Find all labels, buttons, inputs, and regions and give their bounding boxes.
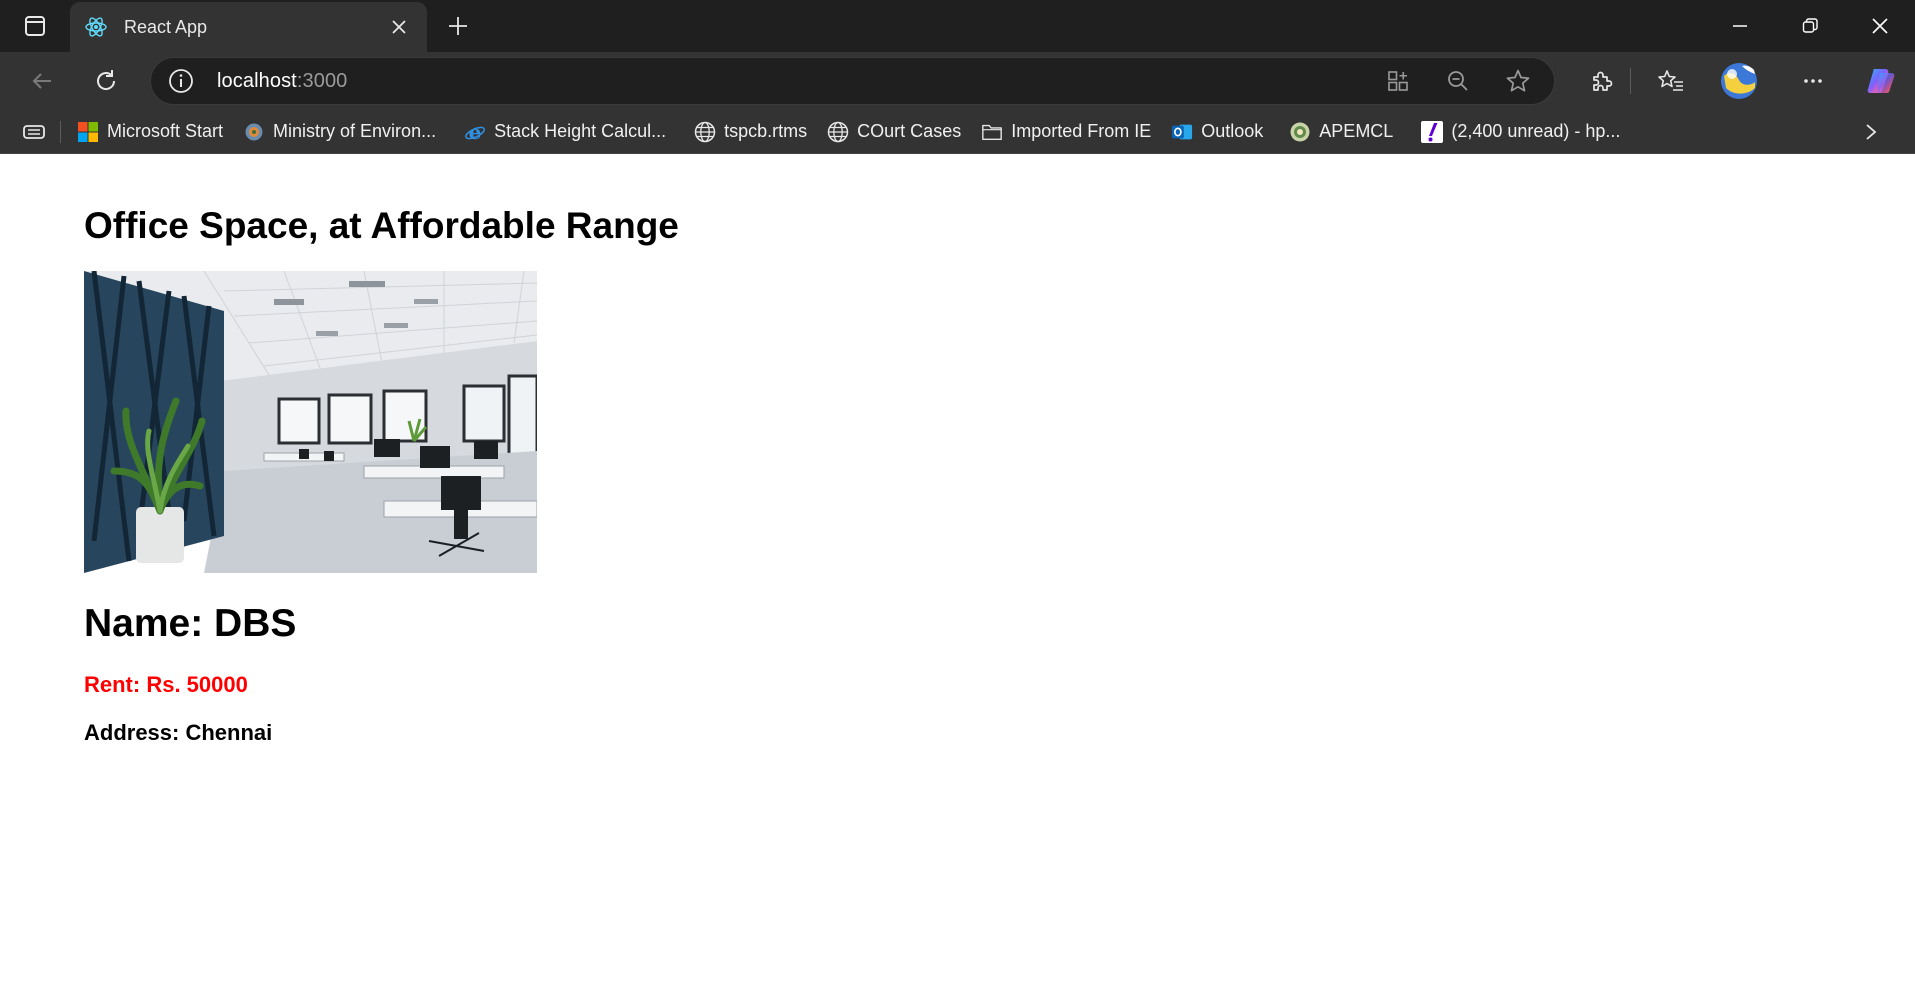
tab-react-app[interactable]: React App [70, 2, 427, 52]
extensions-button[interactable] [1580, 59, 1624, 103]
navigation-toolbar: localhost:3000 [0, 52, 1915, 110]
react-logo-icon [82, 13, 110, 41]
bookmark-label: Outlook [1201, 121, 1264, 141]
minimize-button[interactable] [1705, 0, 1775, 52]
address-url: localhost:3000 [217, 70, 347, 93]
bookmark-label: APEMCL [1319, 121, 1394, 141]
page-title: Office Space, at Affordable Range [84, 205, 679, 246]
address-bar[interactable]: localhost:3000 [150, 57, 1555, 105]
office-space-image [84, 270, 537, 573]
toolbar-right [1580, 52, 1915, 110]
restore-button[interactable] [1775, 0, 1845, 52]
folder-icon [981, 121, 1003, 143]
star-icon [1506, 69, 1530, 92]
bookmark-label: Microsoft Start [107, 121, 224, 141]
bookmark-label: tspcb.rtms [724, 121, 808, 141]
app-available-button[interactable] [1376, 59, 1420, 103]
bookmark-court-cases[interactable]: COurt Cases [817, 114, 971, 150]
tab-strip: React App [0, 0, 1915, 52]
close-window-button[interactable] [1845, 0, 1915, 52]
toolbar-separator [1630, 68, 1631, 94]
favorite-button[interactable] [1496, 59, 1540, 103]
close-tab-icon[interactable] [385, 13, 413, 41]
microsoft-logo-icon [77, 121, 99, 143]
tab-actions-icon [25, 16, 45, 36]
globe-icon [827, 121, 849, 143]
office-rent: Rent: Rs. 50000 [84, 671, 248, 697]
office-address: Address: Chennai [84, 719, 273, 745]
site-info-icon[interactable] [165, 65, 197, 97]
profile-button[interactable] [1717, 59, 1761, 103]
zoom-button[interactable] [1436, 59, 1480, 103]
minimize-icon [1733, 25, 1747, 27]
more-horizontal-icon [1804, 79, 1822, 83]
favorites-bar: Microsoft Start Ministry of Environ... e… [0, 110, 1915, 154]
plus-icon [449, 17, 467, 35]
refresh-icon [97, 70, 116, 90]
bookmark-apemcl[interactable]: APEMCL [1279, 114, 1403, 150]
bookmark-outlook[interactable]: Outlook [1161, 114, 1273, 150]
url-host: localhost [217, 69, 297, 92]
favorites-button[interactable] [1649, 59, 1693, 103]
favorites-divider [60, 120, 61, 143]
bookmark-yahoo-mail[interactable]: (2,400 unread) - hp... [1411, 114, 1630, 150]
bookmark-label: (2,400 unread) - hp... [1451, 121, 1621, 141]
bookmark-tspcb-rtms[interactable]: tspcb.rtms [684, 114, 817, 150]
collections-icon [23, 124, 45, 139]
chevron-right-icon [1866, 124, 1877, 140]
seal-icon [1289, 121, 1311, 143]
settings-more-button[interactable] [1791, 59, 1835, 103]
copilot-icon [1867, 69, 1895, 93]
globe-icon [694, 121, 716, 143]
favorites-list-icon [1658, 70, 1683, 91]
puzzle-icon [1593, 71, 1613, 91]
tab-title: React App [124, 16, 208, 37]
bookmark-folder-imported-from-ie[interactable]: Imported From IE [971, 114, 1161, 150]
bookmark-label: COurt Cases [857, 121, 962, 141]
apps-icon [1388, 71, 1408, 91]
yahoo-mail-icon [1421, 120, 1444, 143]
emblem-icon [243, 121, 265, 143]
zoom-out-icon [1448, 71, 1468, 91]
close-icon [1872, 18, 1888, 34]
page-content: Office Space, at Affordable Range Name: … [84, 154, 1884, 746]
tab-actions-button[interactable] [0, 0, 70, 52]
new-tab-button[interactable] [433, 0, 483, 52]
url-port: :3000 [296, 69, 348, 92]
bookmark-label: Ministry of Environ... [273, 121, 437, 141]
refresh-button[interactable] [84, 59, 128, 103]
avatar [1721, 63, 1757, 99]
window-controls [1705, 0, 1915, 52]
ie-logo-icon: e [464, 121, 486, 143]
svg-text:e: e [469, 121, 482, 143]
address-bar-actions [1376, 59, 1540, 103]
bookmark-stack-height-calculator[interactable]: e Stack Height Calcul... [454, 114, 676, 150]
office-name: Name: DBS [84, 601, 297, 645]
bookmark-label: Imported From IE [1011, 121, 1152, 141]
copilot-button[interactable] [1859, 59, 1903, 103]
back-button[interactable] [20, 59, 64, 103]
restore-icon [1802, 18, 1818, 33]
outlook-icon [1171, 121, 1193, 143]
bookmark-microsoft-start[interactable]: Microsoft Start [67, 114, 233, 150]
back-arrow-icon [32, 73, 51, 89]
bookmark-label: Stack Height Calcul... [494, 121, 667, 141]
bookmark-ministry-of-environment[interactable]: Ministry of Environ... [233, 114, 446, 150]
tab-list-button[interactable] [0, 114, 60, 150]
more-favorites-button[interactable] [1857, 118, 1885, 146]
